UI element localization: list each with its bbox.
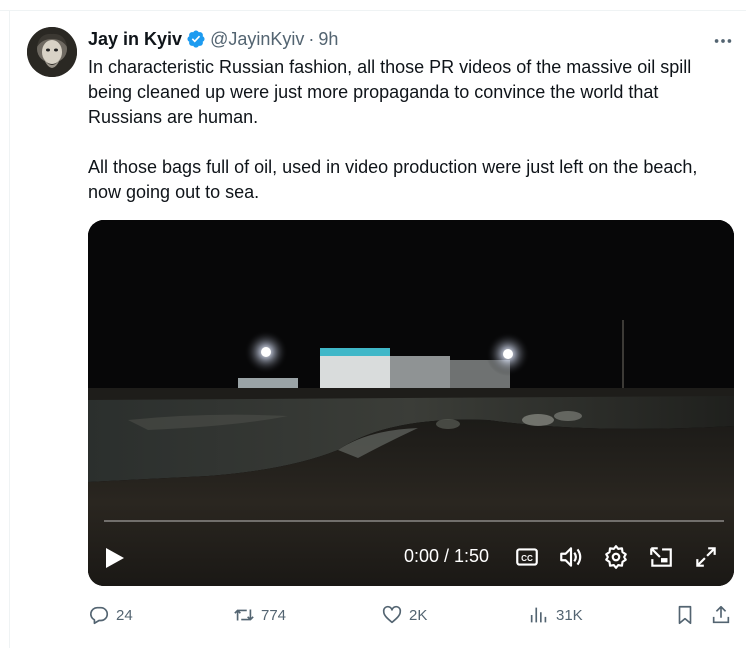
author-handle[interactable]: @JayinKyiv — [210, 29, 304, 50]
views-button[interactable]: 31K — [528, 602, 583, 628]
svg-text:CC: CC — [521, 554, 533, 563]
retweet-button[interactable]: 774 — [233, 602, 286, 628]
tweet-paragraph-2: All those bags full of oil, used in vide… — [88, 157, 698, 202]
reply-button[interactable]: 24 — [88, 602, 133, 628]
separator-dot: · — [308, 28, 315, 49]
tweet-timestamp[interactable]: 9h — [318, 29, 338, 50]
fullscreen-icon[interactable] — [693, 544, 719, 570]
reply-count: 24 — [116, 606, 133, 624]
video-time-readout: 0:00 / 1:50 — [404, 546, 490, 566]
author-display-name[interactable]: Jay in Kyiv — [88, 29, 182, 50]
tweet-header: Jay in Kyiv @JayinKyiv · 9h — [88, 28, 338, 50]
views-chart-icon — [530, 607, 547, 623]
view-count: 31K — [556, 606, 583, 624]
tweet-actions: 24 774 2K 31K — [88, 602, 734, 628]
play-icon[interactable] — [104, 546, 126, 570]
share-button[interactable] — [710, 602, 732, 628]
tweet-paragraph-1: In characteristic Russian fashion, all t… — [88, 57, 692, 127]
top-divider — [0, 10, 746, 11]
bookmark-button[interactable] — [674, 602, 696, 628]
pip-icon[interactable] — [648, 544, 674, 570]
captions-icon[interactable]: CC — [514, 544, 540, 570]
settings-icon[interactable] — [603, 544, 629, 570]
avatar[interactable] — [27, 27, 77, 77]
heart-icon — [382, 605, 402, 624]
like-button[interactable]: 2K — [381, 602, 427, 628]
more-options-button[interactable] — [711, 30, 735, 50]
video-frame — [88, 220, 734, 586]
avatar-image — [27, 27, 77, 77]
bookmark-icon — [678, 605, 692, 625]
reply-icon — [89, 606, 109, 625]
volume-icon[interactable] — [558, 544, 584, 570]
retweet-icon — [234, 609, 254, 621]
retweet-count: 774 — [261, 606, 287, 624]
video-controls: 0:00 / 1:50 CC — [88, 540, 734, 574]
video-player[interactable]: 0:00 / 1:50 CC — [88, 220, 734, 586]
left-divider — [9, 10, 10, 648]
tweet-text: In characteristic Russian fashion, all t… — [88, 55, 733, 205]
like-count: 2K — [409, 606, 428, 624]
video-progress-bar[interactable] — [104, 520, 724, 522]
share-icon — [712, 605, 730, 624]
verified-badge-icon[interactable] — [186, 29, 206, 49]
more-horizontal-icon — [714, 39, 732, 43]
